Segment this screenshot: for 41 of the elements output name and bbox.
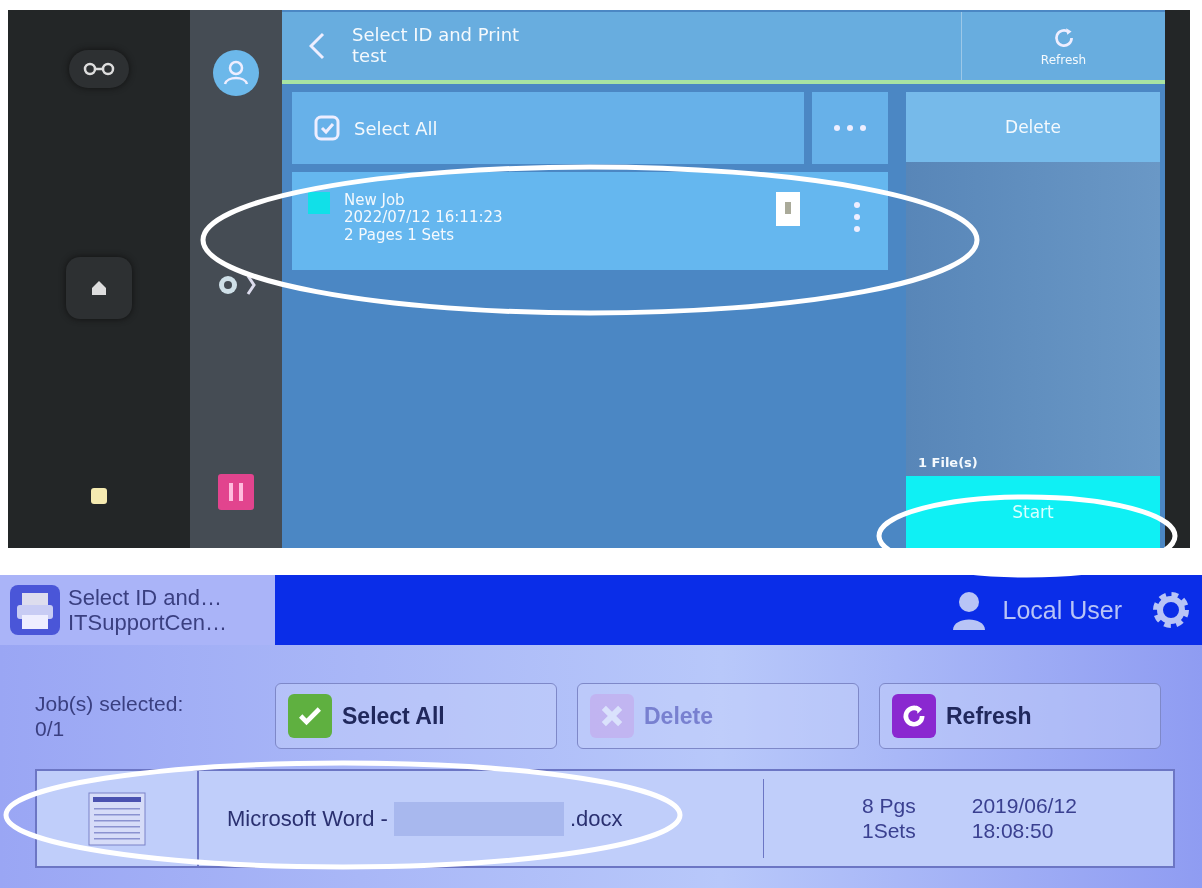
app-subtitle: ITSupportCen… bbox=[68, 610, 227, 636]
job-row[interactable]: Microsoft Word - .docx 8 Pgs 1Sets 2019/06/12 18:08:50 bbox=[35, 769, 1175, 868]
status-light-icon bbox=[91, 488, 107, 504]
screen-title: Select ID and Print bbox=[352, 25, 520, 46]
delete-button[interactable]: Delete bbox=[906, 92, 1160, 162]
user-name: Local User bbox=[1002, 595, 1122, 625]
document-icon bbox=[88, 791, 146, 846]
more-icon bbox=[834, 125, 866, 131]
back-icon bbox=[309, 32, 325, 60]
x-icon bbox=[590, 694, 634, 738]
job-datetime: 2022/07/12 16:11:23 bbox=[344, 209, 503, 227]
select-all-button[interactable]: Select All bbox=[292, 92, 804, 164]
job-date: 2019/06/12 bbox=[971, 794, 1077, 819]
set-count: 1Sets bbox=[862, 818, 916, 843]
jobs-selected-label: Job(s) selected: bbox=[35, 690, 185, 716]
check-icon bbox=[288, 694, 332, 738]
file-name-prefix: Microsoft Word - bbox=[227, 805, 388, 832]
job-time: 18:08:50 bbox=[971, 818, 1055, 843]
file-extension: .docx bbox=[569, 805, 623, 832]
checkbox-icon bbox=[314, 115, 340, 141]
job-name: New Job bbox=[344, 192, 406, 210]
home-button[interactable] bbox=[66, 257, 132, 319]
refresh-icon bbox=[892, 694, 936, 738]
start-button[interactable]: Start bbox=[906, 476, 1160, 548]
file-count: 1 File(s) bbox=[917, 455, 979, 472]
settings-icon[interactable] bbox=[1150, 589, 1192, 631]
app-title: Select ID and… bbox=[68, 584, 224, 610]
user-icon[interactable] bbox=[213, 50, 259, 96]
document-icon bbox=[776, 192, 800, 226]
power-button[interactable] bbox=[69, 50, 129, 88]
select-button[interactable]: Select All bbox=[275, 683, 557, 749]
refresh-button[interactable]: Refresh bbox=[961, 12, 1165, 80]
user-icon bbox=[950, 590, 987, 630]
printer-icon bbox=[10, 585, 60, 635]
job-details: 2 Pages 1 Sets bbox=[344, 226, 455, 244]
job-list-item[interactable]: New Job 2022/07/12 16:11:23 2 Pages 1 Sets bbox=[292, 172, 888, 270]
home-icon bbox=[90, 279, 108, 297]
jobs-selected-count: 0/1 bbox=[35, 716, 66, 742]
page-count: 8 Pgs bbox=[862, 794, 916, 819]
screen-subtitle: test bbox=[352, 46, 388, 67]
refresh-button[interactable]: Refresh bbox=[879, 683, 1161, 749]
